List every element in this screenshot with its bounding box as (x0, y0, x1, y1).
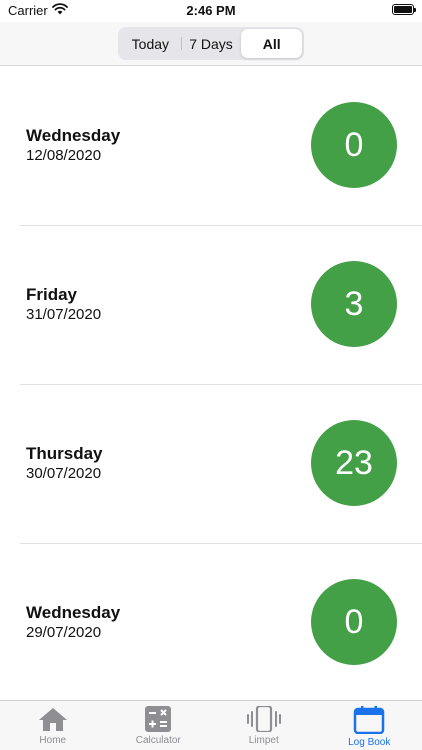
calendar-icon (353, 706, 385, 734)
segment-all[interactable]: All (241, 29, 303, 58)
battery-icon (392, 4, 416, 15)
date-label: 29/07/2020 (26, 624, 102, 641)
tab-label: Home (39, 735, 67, 746)
row-text: Friday 31/07/2020 (26, 285, 101, 324)
day-label: Wednesday (26, 603, 121, 622)
row-text: Thursday 30/07/2020 (26, 444, 103, 483)
status-time: 2:46 PM (186, 3, 236, 18)
tab-label: Log Book (348, 737, 391, 748)
date-label: 12/08/2020 (26, 147, 102, 164)
log-list: Wednesday 12/08/2020 0 Friday 31/07/2020… (0, 67, 422, 702)
period-segmented-control: Today 7 Days All (118, 27, 304, 60)
vibrate-icon (245, 706, 283, 732)
list-item[interactable]: Friday 31/07/2020 3 (20, 226, 422, 385)
segment-today[interactable]: Today (120, 29, 181, 58)
day-label: Friday (26, 285, 78, 304)
row-text: Wednesday 29/07/2020 (26, 603, 120, 642)
calculator-icon (144, 706, 172, 732)
count-badge: 23 (311, 420, 397, 506)
count-badge: 3 (311, 261, 397, 347)
tab-label: Calculator (135, 735, 181, 746)
list-item[interactable]: Thursday 30/07/2020 23 (20, 385, 422, 544)
count-badge: 0 (311, 579, 397, 665)
nav-bar: Today 7 Days All (0, 22, 422, 66)
row-text: Wednesday 12/08/2020 (26, 126, 120, 165)
day-label: Thursday (26, 444, 103, 463)
tab-limpet[interactable]: Limpet (211, 701, 317, 750)
tab-calculator[interactable]: Calculator (106, 701, 212, 750)
date-label: 31/07/2020 (26, 306, 102, 323)
tab-home[interactable]: Home (0, 701, 106, 750)
list-item[interactable]: Wednesday 12/08/2020 0 (20, 67, 422, 226)
tab-bar: Home Calculator Limpet Log Book (0, 700, 422, 750)
segment-7-days[interactable]: 7 Days (180, 29, 242, 58)
day-label: Wednesday (26, 126, 121, 145)
status-bar: Carrier 2:46 PM (0, 0, 422, 22)
date-label: 30/07/2020 (26, 465, 102, 482)
list-item[interactable]: Wednesday 29/07/2020 0 (20, 544, 422, 702)
tab-label: Limpet (248, 735, 279, 746)
tab-log-book[interactable]: Log Book (317, 701, 422, 750)
count-badge: 0 (311, 102, 397, 188)
home-icon (37, 706, 69, 732)
